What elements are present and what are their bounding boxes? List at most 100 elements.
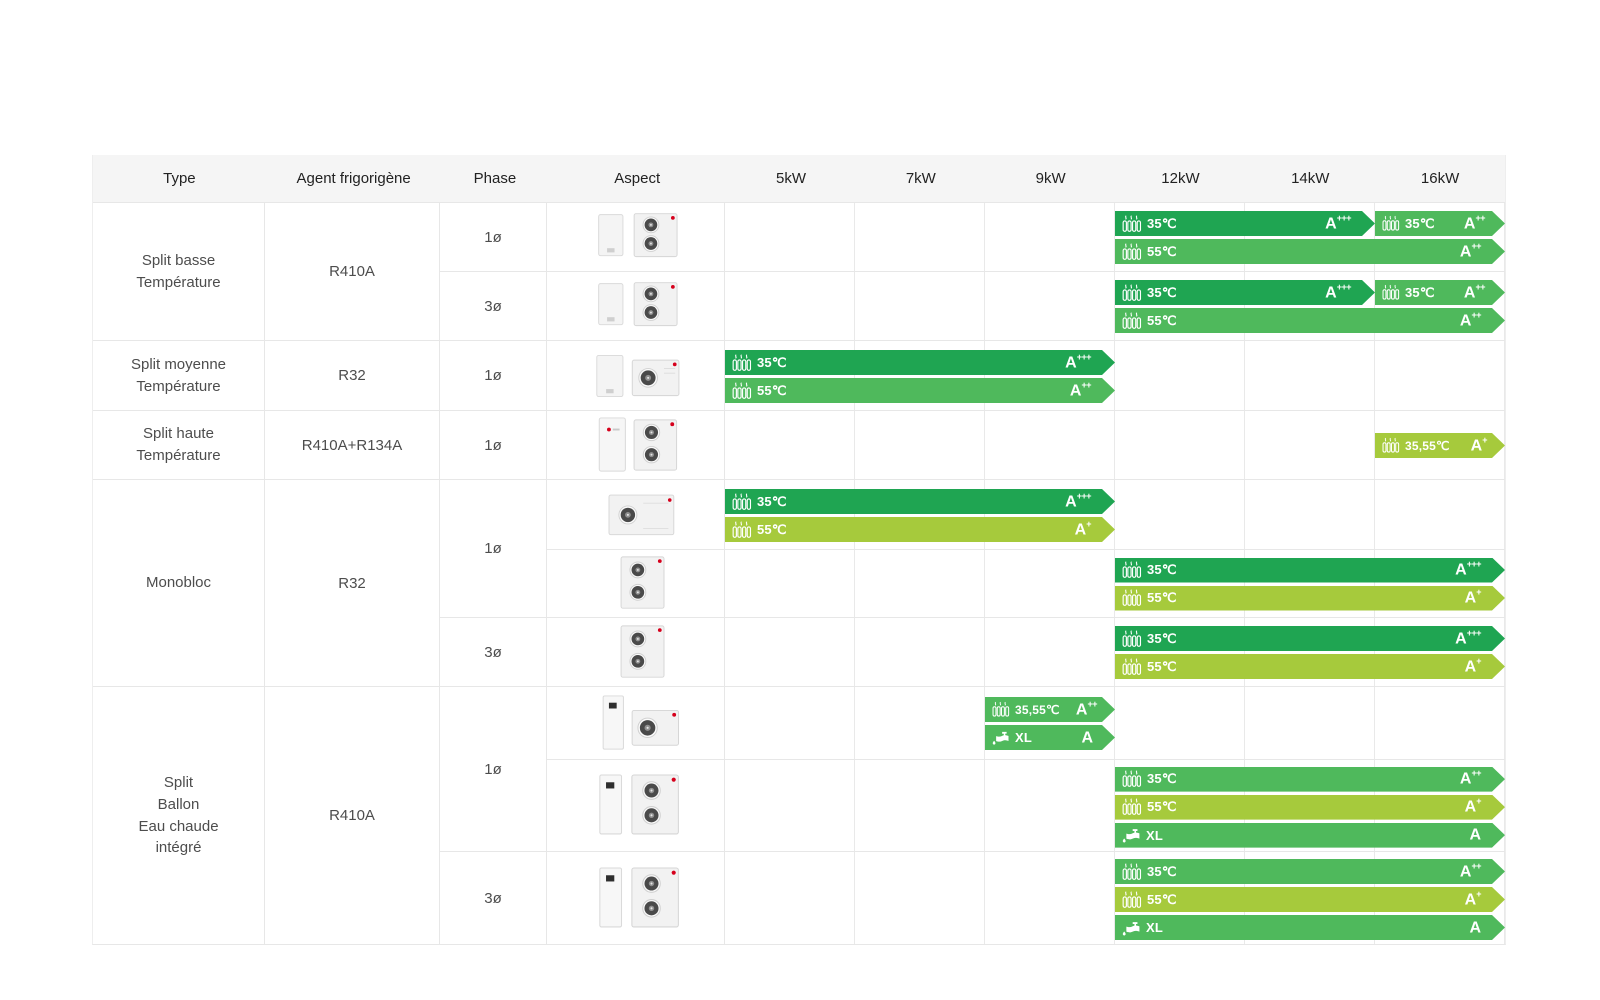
- bar-temperature-label: 35℃: [757, 494, 787, 510]
- bar-volume-label: XL: [1146, 828, 1163, 843]
- bar-temperature-label: 55℃: [1147, 244, 1177, 260]
- bar-temperature-label: 55℃: [1147, 590, 1177, 606]
- radiator-icon: [992, 701, 1010, 718]
- energy-label-bar: 35℃ A++: [1115, 767, 1505, 792]
- radiator-icon: [1122, 312, 1142, 330]
- radiator-icon: [1122, 561, 1142, 579]
- energy-class-label: A++: [1076, 701, 1097, 718]
- phase-label: 1ø: [440, 411, 547, 479]
- product-photo-wall-dual: [547, 203, 725, 271]
- product-photo-wall-dual: [547, 272, 725, 340]
- bar-temperature-label: 55℃: [1147, 659, 1177, 675]
- energy-label-bar: 35,55℃ A+: [1375, 433, 1505, 458]
- capacity-bars-area: 35℃ A++ 55℃ A+ XL A: [725, 760, 1505, 851]
- product-photo-tower-single: [547, 687, 725, 759]
- agent-label: R32: [265, 480, 440, 686]
- bar-temperature-label: 55℃: [757, 522, 787, 538]
- energy-label-bar: 55℃ A+: [1115, 586, 1505, 611]
- energy-class-label: A: [1469, 919, 1481, 936]
- energy-label-bar: 55℃ A+: [1115, 795, 1505, 820]
- energy-label-bar: 35℃ A+++: [1115, 280, 1375, 305]
- product-photo-monobloc-side-fan: [547, 480, 725, 549]
- agent-label: R410A: [265, 203, 440, 340]
- column-header-5kw: 5kW: [726, 170, 856, 187]
- energy-class-label: A+++: [1065, 493, 1091, 510]
- tap-icon: [1122, 826, 1141, 844]
- bar-temperature-label: 35℃: [1147, 216, 1177, 232]
- energy-class-label: A++: [1460, 312, 1481, 329]
- energy-label-bar: XL A: [1115, 915, 1505, 940]
- energy-label-bar: 35℃ A++: [1375, 211, 1505, 236]
- energy-class-label: A+: [1465, 798, 1481, 815]
- energy-label-bar: 55℃ A++: [1115, 308, 1505, 333]
- table-row: Split Ballon Eau chaude intégré R410A 1ø…: [93, 686, 1505, 944]
- radiator-icon: [732, 493, 752, 511]
- radiator-icon: [1122, 770, 1142, 788]
- column-header-agent: Agent frigorigène: [266, 170, 442, 187]
- column-header-14kw: 14kW: [1245, 170, 1375, 187]
- energy-label-bar: 55℃ A++: [1115, 239, 1505, 264]
- energy-class-label: A+++: [1325, 284, 1351, 301]
- phase-label: 1ø: [440, 480, 547, 617]
- bar-temperature-label: 55℃: [1147, 799, 1177, 815]
- bar-temperature-label: 35℃: [1147, 771, 1177, 787]
- energy-label-bar: 35℃ A++: [1115, 859, 1505, 884]
- phase-label: 3ø: [440, 272, 547, 340]
- energy-class-label: A+++: [1325, 215, 1351, 232]
- type-label: Split haute Température: [93, 411, 265, 479]
- table-row: Split haute Température R410A+R134A 1ø 3…: [93, 410, 1505, 479]
- column-header-type: Type: [93, 170, 266, 187]
- energy-class-label: A+++: [1065, 354, 1091, 371]
- bar-temperature-label: 35℃: [1405, 285, 1435, 301]
- product-photo-monobloc-dual-fan: [547, 550, 725, 618]
- capacity-bars-area: 35℃ A+++ 55℃ A+: [725, 480, 1505, 549]
- product-photo-monobloc-dual-fan: [547, 618, 725, 686]
- energy-class-label: A+: [1465, 658, 1481, 675]
- energy-label-bar: 55℃ A+: [1115, 654, 1505, 679]
- energy-label-bar: 35℃ A+++: [1115, 558, 1505, 583]
- energy-class-label: A++: [1464, 284, 1485, 301]
- energy-label-bar: 35℃ A+++: [1115, 626, 1505, 651]
- bar-volume-label: XL: [1146, 920, 1163, 935]
- capacity-bars-area: 35℃ A+++ 55℃ A++: [725, 341, 1505, 410]
- type-label: Split basse Température: [93, 203, 265, 340]
- phase-label: 3ø: [440, 618, 547, 686]
- column-header-16kw: 16kW: [1375, 170, 1505, 187]
- capacity-bars-area: 35,55℃ A++ XL A: [725, 687, 1505, 759]
- bar-temperature-label: 35,55℃: [1015, 703, 1060, 717]
- radiator-icon: [1382, 215, 1400, 232]
- bar-temperature-label: 35℃: [1405, 216, 1435, 232]
- energy-class-label: A+: [1075, 521, 1091, 538]
- energy-class-label: A++: [1460, 863, 1481, 880]
- bar-temperature-label: 55℃: [1147, 313, 1177, 329]
- capacity-bars-area: 35℃ A+++ 35℃ A++ 55℃ A++: [725, 272, 1505, 340]
- radiator-icon: [1122, 658, 1142, 676]
- phase-label: 1ø: [440, 687, 547, 851]
- radiator-icon: [1122, 863, 1142, 881]
- energy-label-bar: 35℃ A+++: [725, 350, 1115, 375]
- phase-label: 1ø: [440, 203, 547, 271]
- radiator-icon: [732, 521, 752, 539]
- column-header-12kw: 12kW: [1116, 170, 1246, 187]
- column-header-9kw: 9kW: [986, 170, 1116, 187]
- column-header-phase: Phase: [442, 170, 549, 187]
- bar-temperature-label: 55℃: [757, 383, 787, 399]
- column-header-7kw: 7kW: [856, 170, 986, 187]
- energy-class-label: A+: [1471, 437, 1487, 454]
- energy-label-bar: XL A: [1115, 823, 1505, 848]
- bar-temperature-label: 35℃: [1147, 285, 1177, 301]
- radiator-icon: [1122, 798, 1142, 816]
- energy-class-label: A+: [1465, 589, 1481, 606]
- bar-temperature-label: 35℃: [1147, 864, 1177, 880]
- table-row: Split moyenne Température R32 1ø 35℃ A: [93, 340, 1505, 410]
- type-label: Monobloc: [93, 480, 265, 686]
- tap-icon: [1122, 919, 1141, 937]
- radiator-icon: [1122, 284, 1142, 302]
- bar-temperature-label: 35℃: [1147, 631, 1177, 647]
- radiator-icon: [1122, 630, 1142, 648]
- energy-class-label: A+++: [1455, 561, 1481, 578]
- type-label: Split moyenne Température: [93, 341, 265, 410]
- radiator-icon: [1382, 437, 1400, 454]
- energy-class-label: A+++: [1455, 630, 1481, 647]
- agent-label: R410A+R134A: [265, 411, 440, 479]
